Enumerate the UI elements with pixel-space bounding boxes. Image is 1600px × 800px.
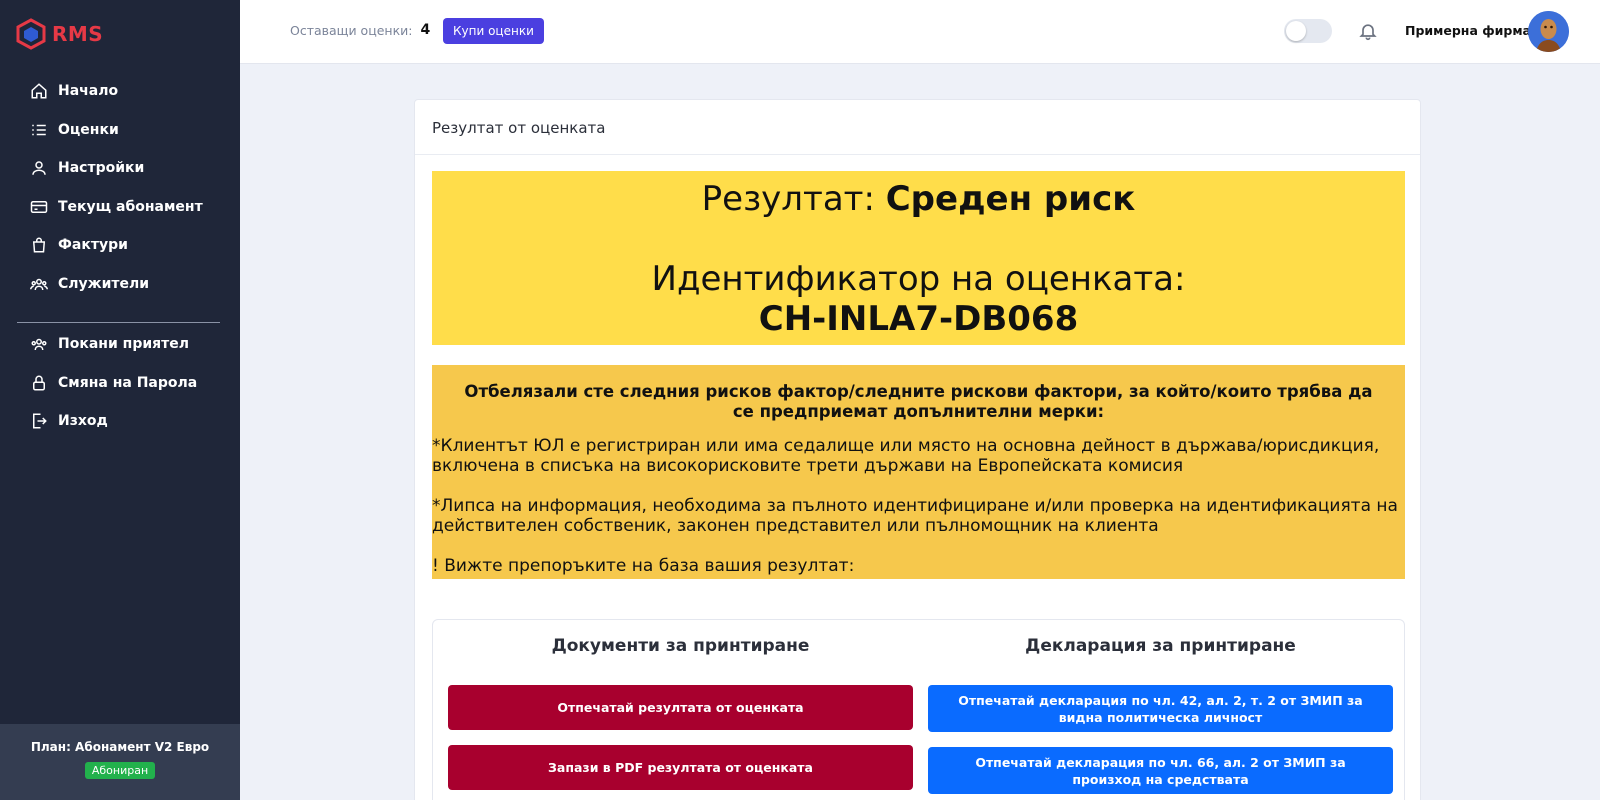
sidebar-item-label: Настройки bbox=[58, 160, 145, 177]
toggle-knob bbox=[1286, 21, 1306, 41]
user-icon bbox=[32, 161, 46, 176]
company-name[interactable]: Примерна фирма bbox=[1405, 23, 1531, 38]
home-icon bbox=[31, 83, 47, 99]
sidebar-item-label: Фактури bbox=[58, 237, 128, 254]
documents-title: Документи за принтиране bbox=[551, 636, 810, 656]
avatar[interactable] bbox=[1528, 11, 1569, 52]
top-header: Оставащи оценки: 4 Купи оценки Примерна … bbox=[240, 0, 1600, 64]
print-funds-declaration-button[interactable]: Отпечатай декларация по чл. 66, ал. 2 от… bbox=[928, 747, 1393, 794]
result-value: Среден риск bbox=[885, 179, 1136, 219]
sidebar-item-employees[interactable]: Служители bbox=[30, 265, 230, 304]
remaining-assessments: Оставащи оценки: 4 bbox=[290, 22, 430, 38]
sidebar-item-label: Начало bbox=[58, 83, 119, 100]
risk-factors-panel: Отбелязали сте следния рисков фактор/сле… bbox=[432, 365, 1405, 579]
remaining-count: 4 bbox=[420, 22, 431, 38]
buy-assessments-button[interactable]: Купи оценки bbox=[443, 18, 544, 44]
sidebar-item-label: Покани приятел bbox=[58, 336, 189, 353]
shopping-bag-icon bbox=[32, 237, 46, 253]
sidebar-secondary-nav: Покани приятел Смяна на Парола Изход bbox=[30, 325, 230, 441]
recommendation-note: ! Вижте препоръките на база вашия резулт… bbox=[432, 556, 855, 576]
credit-card-icon bbox=[30, 200, 48, 213]
sidebar-item-subscription[interactable]: Текущ абонамент bbox=[30, 188, 230, 227]
app-logo[interactable]: RMS bbox=[16, 18, 103, 50]
sidebar-item-label: Смяна на Парола bbox=[58, 374, 198, 391]
sidebar-item-assessments[interactable]: Оценки bbox=[30, 111, 230, 150]
assessment-id-value: CH-INLA7-DB068 bbox=[758, 299, 1079, 339]
sidebar-item-label: Оценки bbox=[58, 121, 119, 138]
status-badge: Абониран bbox=[84, 762, 156, 779]
declaration-title: Декларация за принтиране bbox=[1025, 636, 1296, 656]
list-icon bbox=[32, 124, 46, 135]
print-panel: Документи за принтиране Декларация за пр… bbox=[432, 619, 1405, 800]
assessment-id-label: Идентификатор на оценката: bbox=[651, 259, 1186, 299]
bell-icon[interactable] bbox=[1358, 20, 1378, 42]
sidebar-nav: Начало Оценки Настройки Текущ абонамент … bbox=[30, 72, 230, 303]
risk-factor: *Липса на информация, необходима за пълн… bbox=[432, 496, 1398, 536]
logout-icon bbox=[33, 413, 47, 429]
plan-panel: План: Абонамент V2 Евро Абониран bbox=[0, 724, 240, 800]
result-prefix: Резултат: bbox=[701, 179, 875, 219]
plan-title: План: Абонамент V2 Евро bbox=[30, 740, 210, 754]
result-line: Резултат: Среден риск bbox=[432, 179, 1405, 219]
sidebar-item-label: Служители bbox=[58, 275, 150, 292]
sidebar-divider bbox=[17, 322, 220, 323]
logo-text: RMS bbox=[52, 22, 104, 46]
theme-toggle[interactable] bbox=[1284, 19, 1332, 43]
result-summary: Резултат: Среден риск Идентификатор на о… bbox=[432, 171, 1405, 345]
sidebar: RMS Начало Оценки Настройки Текущ абонам… bbox=[0, 0, 240, 800]
users-icon bbox=[31, 339, 47, 351]
logo-icon bbox=[16, 18, 46, 50]
users-icon bbox=[30, 278, 48, 290]
sidebar-item-invite-friend[interactable]: Покани приятел bbox=[30, 325, 230, 364]
sidebar-item-label: Изход bbox=[58, 413, 108, 430]
result-card: Резултат от оценката Резултат: Среден ри… bbox=[414, 99, 1421, 800]
risk-title: Отбелязали сте следния рисков фактор/сле… bbox=[464, 382, 1373, 421]
print-pep-declaration-button[interactable]: Отпечатай декларация по чл. 42, ал. 2, т… bbox=[928, 685, 1393, 732]
sidebar-item-invoices[interactable]: Фактури bbox=[30, 226, 230, 265]
sidebar-item-settings[interactable]: Настройки bbox=[30, 149, 230, 188]
sidebar-item-logout[interactable]: Изход bbox=[30, 402, 230, 441]
risk-factor: *Клиентът ЮЛ е регистриран или има седал… bbox=[432, 436, 1380, 476]
sidebar-item-change-password[interactable]: Смяна на Парола bbox=[30, 364, 230, 403]
card-title: Резултат от оценката bbox=[415, 100, 1420, 155]
avatar-image-icon bbox=[1528, 11, 1569, 52]
save-pdf-button[interactable]: Запази в PDF резултата от оценката bbox=[448, 745, 913, 790]
sidebar-item-label: Текущ абонамент bbox=[58, 198, 203, 215]
remaining-label: Оставащи оценки: bbox=[290, 22, 413, 38]
sidebar-item-home[interactable]: Начало bbox=[30, 72, 230, 111]
print-result-button[interactable]: Отпечатай резултата от оценката bbox=[448, 685, 913, 730]
lock-icon bbox=[33, 375, 45, 391]
